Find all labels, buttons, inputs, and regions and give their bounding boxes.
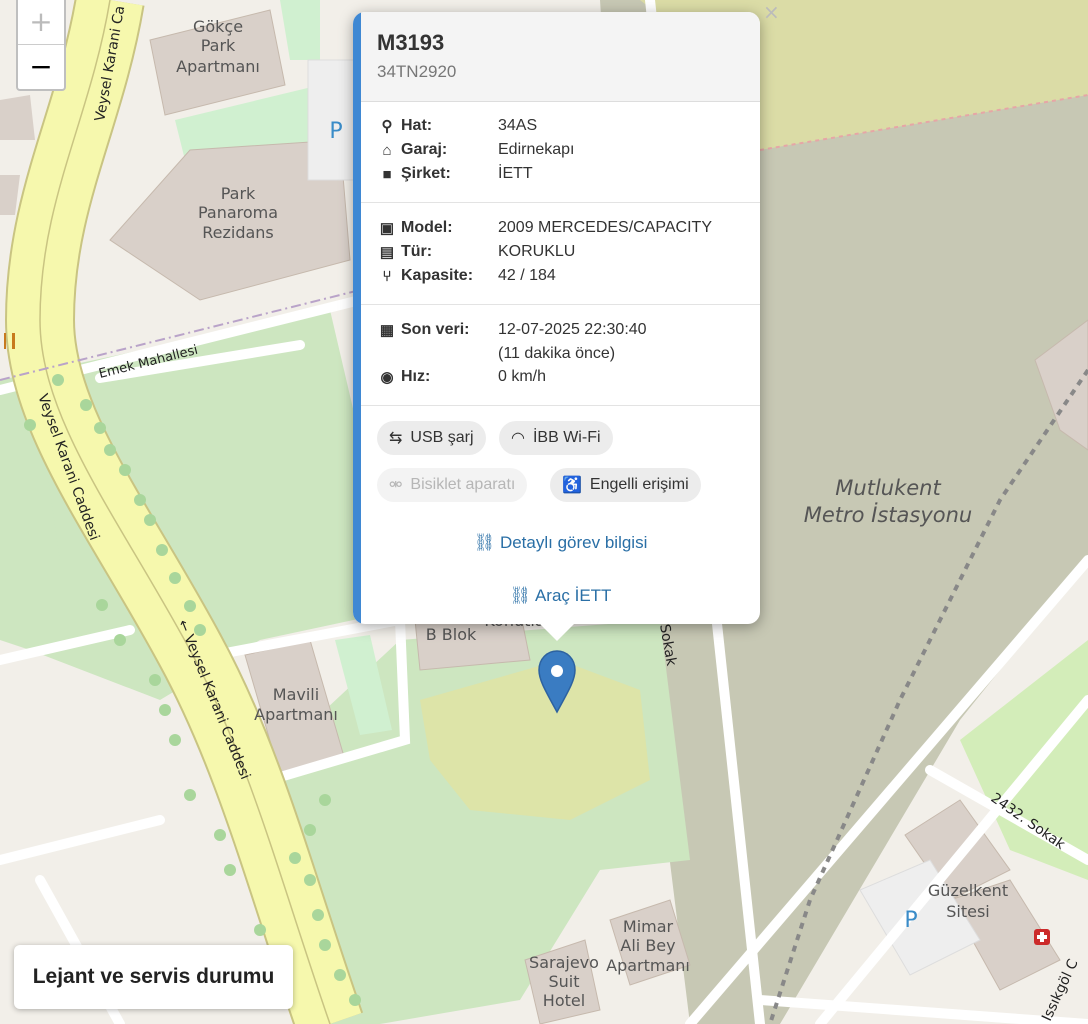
last-data-label: Son veri: <box>401 321 470 338</box>
parking-icon: P <box>329 119 342 144</box>
feature-usb-label: USB şarj <box>410 429 474 446</box>
zoom-out-button[interactable]: − <box>18 45 64 89</box>
briefcase-icon: ■ <box>382 165 392 183</box>
feature-wifi-chip: ◠ İBB Wi-Fi <box>499 421 613 455</box>
label-mutlukent: Mutlukent <box>835 476 941 500</box>
last-data-ago: (11 dakika önce) <box>498 345 616 362</box>
popup-tip <box>539 623 575 641</box>
label-sarajevo-2: Suit <box>548 972 579 991</box>
popup-accent-bar <box>353 12 361 624</box>
label-metro-station: Metro İstasyonu <box>804 502 973 527</box>
route-section: ⚲ Hat: 34AS ⌂ Garaj: Edirnekapı ■ Şirket: İ… <box>361 102 760 203</box>
label-mavili: Mavili <box>273 685 319 704</box>
vehicle-iett-label: Araç İETT <box>534 586 612 605</box>
feature-accessibility-label: Engelli erişimi <box>589 476 689 493</box>
label-panaroma: Park <box>221 184 256 203</box>
route-value: 34AS <box>498 117 538 134</box>
bus-side-icon: ▤ <box>379 244 395 261</box>
feature-wifi-label: İBB Wi-Fi <box>532 429 601 446</box>
task-detail-label: Detaylı görev bilgisi <box>499 533 648 552</box>
model-row: ▣ Model: 2009 MERCEDES/CAPACITY <box>377 219 750 243</box>
vehicle-plate: 34TN2920 <box>377 62 457 81</box>
type-value: KORUKLU <box>498 243 576 260</box>
speed-row: ◉ Hız: 0 km/h <box>377 368 750 392</box>
route-label: Hat: <box>401 117 433 134</box>
popup-header: M3193 34TN2920 <box>361 12 760 102</box>
charging-battery-icon: ⇆ <box>389 430 403 447</box>
label-sarajevo-3: Hotel <box>543 991 585 1010</box>
bus-icon: ▣ <box>379 220 395 237</box>
label-gokce-2: Park <box>201 36 236 55</box>
pharmacy-icon <box>1034 929 1050 945</box>
parking-icon-2: P <box>904 908 917 933</box>
wheelchair-icon: ♿ <box>562 477 582 494</box>
task-detail-link[interactable]: ⛓ Detaylı görev bilgisi <box>361 533 760 553</box>
feature-usb-chip: ⇆ USB şarj <box>377 421 486 455</box>
label-mimar: Mimar <box>623 917 674 936</box>
capacity-row: ⑂ Kapasite: 42 / 184 <box>377 267 750 291</box>
feature-bike-chip: ⚮ Bisiklet aparatı <box>377 468 528 502</box>
status-section: ▦ Son veri: 12-07-2025 22:30:40 (11 dakik… <box>361 305 760 406</box>
garage-label: Garaj: <box>401 141 448 158</box>
company-label: Şirket: <box>401 165 451 182</box>
label-mimar-3: Apartmanı <box>606 956 690 975</box>
route-row: ⚲ Hat: 34AS <box>377 117 750 141</box>
label-panaroma-3: Rezidans <box>202 223 274 242</box>
label-mavili-2: Apartmanı <box>254 705 338 724</box>
last-data-ago-row: (11 dakika önce) <box>377 345 750 369</box>
model-value: 2009 MERCEDES/CAPACITY <box>498 219 712 236</box>
speed-label: Hız: <box>401 368 431 385</box>
capacity-label: Kapasite: <box>401 267 474 284</box>
label-mimar-2: Ali Bey <box>620 936 675 955</box>
garage-row: ⌂ Garaj: Edirnekapı <box>377 141 750 165</box>
legend-button[interactable]: Lejant ve servis durumu <box>14 945 293 1009</box>
vehicle-section: ▣ Model: 2009 MERCEDES/CAPACITY ▤ Tür: KOR… <box>361 203 760 305</box>
speedometer-icon: ◉ <box>380 369 394 386</box>
popup-close-button[interactable]: × <box>763 0 780 24</box>
type-row: ▤ Tür: KORUKLU <box>377 243 750 267</box>
capacity-value: 42 / 184 <box>498 267 556 284</box>
feature-accessibility-chip: ♿ Engelli erişimi <box>550 468 701 502</box>
route-icon: ⚲ <box>381 118 393 135</box>
seat-icon: ⑂ <box>382 267 392 285</box>
link-icon: ⛓ <box>509 586 532 605</box>
label-b-blok: B Blok <box>426 625 477 644</box>
label-guzelkent-2: Sitesi <box>946 902 990 921</box>
feature-bike-label: Bisiklet aparatı <box>410 476 516 493</box>
company-value: İETT <box>498 165 533 182</box>
zoom-in-button[interactable]: + <box>18 0 64 45</box>
vehicle-popup: M3193 34TN2920 ⚲ Hat: 34AS ⌂ Garaj: Edirne… <box>353 12 760 624</box>
vehicle-id: M3193 <box>377 30 445 55</box>
last-data-row: ▦ Son veri: 12-07-2025 22:30:40 <box>377 321 750 345</box>
garage-icon: ⌂ <box>382 141 392 159</box>
label-gokce: Gökçe <box>193 17 243 36</box>
model-label: Model: <box>401 219 453 236</box>
company-row: ■ Şirket: İETT <box>377 165 750 189</box>
wifi-icon: ◠ <box>511 430 525 447</box>
garage-value: Edirnekapı <box>498 141 575 158</box>
label-guzelkent: Güzelkent <box>928 881 1008 900</box>
label-gokce-3: Apartmanı <box>176 57 260 76</box>
vehicle-iett-link[interactable]: ⛓ Araç İETT <box>361 586 760 606</box>
link-icon: ⛓ <box>473 533 496 552</box>
label-sarajevo: Sarajevo <box>529 953 599 972</box>
speed-value: 0 km/h <box>498 368 547 385</box>
type-label: Tür: <box>401 243 433 260</box>
bicycle-icon: ⚮ <box>389 477 403 494</box>
last-data-value: 12-07-2025 22:30:40 <box>498 321 647 338</box>
zoom-control: + − <box>16 0 66 91</box>
calendar-clock-icon: ▦ <box>379 322 395 339</box>
label-panaroma-2: Panaroma <box>198 203 278 222</box>
